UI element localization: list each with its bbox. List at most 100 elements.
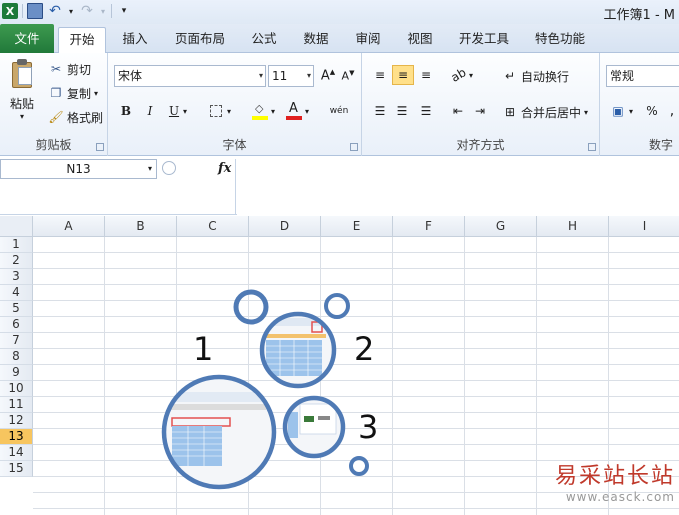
align-bottom-button[interactable]: ≡ bbox=[416, 65, 436, 85]
tab-data[interactable]: 数据 bbox=[296, 27, 336, 53]
row-header-3[interactable]: 3 bbox=[0, 269, 33, 285]
column-header-B[interactable]: B bbox=[105, 216, 177, 237]
currency-button[interactable]: ▣ bbox=[608, 101, 628, 121]
column-header-A[interactable]: A bbox=[33, 216, 105, 237]
column-header-I[interactable]: I bbox=[609, 216, 679, 237]
number-format-select[interactable]: 常规 bbox=[606, 65, 679, 87]
column-header-C[interactable]: C bbox=[177, 216, 249, 237]
tab-insert[interactable]: 插入 bbox=[112, 27, 158, 53]
tab-developer[interactable]: 开发工具 bbox=[452, 27, 516, 53]
row-header-1[interactable]: 1 bbox=[0, 237, 33, 253]
row-header-10[interactable]: 10 bbox=[0, 381, 33, 397]
insert-function-button[interactable]: fx bbox=[218, 161, 231, 176]
align-right-icon: ☰ bbox=[420, 104, 432, 118]
row-header-6[interactable]: 6 bbox=[0, 317, 33, 333]
collapse-handle-icon[interactable] bbox=[162, 161, 176, 175]
formula-bar: N13 ▾ fx bbox=[0, 157, 679, 215]
redo-icon[interactable]: ↷ bbox=[79, 3, 95, 19]
clipboard-group-label: 剪贴板 bbox=[35, 138, 72, 152]
comma-style-button[interactable]: , bbox=[662, 101, 679, 121]
redo-dropdown-icon[interactable]: ▾ bbox=[99, 3, 107, 19]
row-header-2[interactable]: 2 bbox=[0, 253, 33, 269]
phonetic-icon: wén bbox=[329, 106, 349, 116]
column-header-G[interactable]: G bbox=[465, 216, 537, 237]
tab-home[interactable]: 开始 bbox=[58, 27, 106, 54]
chevron-down-icon[interactable]: ▾ bbox=[302, 101, 312, 121]
chevron-down-icon[interactable]: ▾ bbox=[224, 101, 234, 121]
comma-icon: , bbox=[669, 103, 675, 119]
watermark-url: www.easck.com bbox=[565, 490, 675, 504]
orientation-button[interactable]: ab bbox=[448, 65, 468, 85]
watermark: 易采站长站 www.easck.com bbox=[555, 458, 675, 504]
merge-center-button[interactable]: ⊞ 合并后居中 ▾ bbox=[502, 102, 588, 122]
border-button[interactable] bbox=[206, 101, 226, 121]
clipboard-group: 粘贴 ▾ ✂ 剪切 ❐ 复制 ▾ 🖌 格式刷 剪贴板 bbox=[0, 53, 108, 156]
row-header-15[interactable]: 15 bbox=[0, 461, 33, 477]
formula-input[interactable] bbox=[237, 159, 679, 215]
cut-label: 剪切 bbox=[67, 62, 92, 77]
column-header-H[interactable]: H bbox=[537, 216, 609, 237]
row-header-5[interactable]: 5 bbox=[0, 301, 33, 317]
row-header-12[interactable]: 12 bbox=[0, 413, 33, 429]
chevron-down-icon[interactable]: ▾ bbox=[466, 65, 476, 85]
row-header-4[interactable]: 4 bbox=[0, 285, 33, 301]
save-icon[interactable] bbox=[27, 3, 43, 19]
percent-button[interactable]: % bbox=[642, 101, 662, 121]
font-name-value: 宋体 bbox=[118, 69, 143, 83]
chevron-down-icon: ▾ bbox=[584, 107, 589, 117]
font-name-select[interactable]: 宋体 ▾ bbox=[114, 65, 266, 87]
wrap-text-button[interactable]: ↵ 自动换行 bbox=[502, 66, 569, 86]
column-header-E[interactable]: E bbox=[321, 216, 393, 237]
customize-toolbar-icon[interactable]: ▾ bbox=[116, 3, 132, 19]
tab-featured[interactable]: 特色功能 bbox=[528, 27, 592, 53]
tab-file[interactable]: 文件 bbox=[0, 24, 54, 53]
row-header-11[interactable]: 11 bbox=[0, 397, 33, 413]
dialog-launcher-icon[interactable] bbox=[96, 143, 104, 151]
chevron-down-icon[interactable]: ▾ bbox=[180, 101, 190, 121]
select-all-button[interactable] bbox=[0, 216, 33, 237]
tab-review[interactable]: 审阅 bbox=[348, 27, 388, 53]
align-center-button[interactable]: ☰ bbox=[392, 101, 412, 121]
column-header-F[interactable]: F bbox=[393, 216, 465, 237]
undo-icon[interactable]: ↶ bbox=[47, 3, 63, 19]
paste-button[interactable]: 粘贴 ▾ bbox=[4, 57, 40, 127]
tab-formulas[interactable]: 公式 bbox=[244, 27, 284, 53]
column-header-D[interactable]: D bbox=[249, 216, 321, 237]
align-top-button[interactable]: ≡ bbox=[370, 65, 390, 85]
decrease-indent-button[interactable]: ⇤ bbox=[448, 101, 468, 121]
tab-page-layout[interactable]: 页面布局 bbox=[168, 27, 232, 53]
bold-button[interactable]: B bbox=[116, 101, 136, 121]
chevron-down-icon[interactable]: ▾ bbox=[268, 101, 278, 121]
row-header-8[interactable]: 8 bbox=[0, 349, 33, 365]
cut-button[interactable]: ✂ 剪切 bbox=[48, 59, 91, 79]
undo-dropdown-icon[interactable]: ▾ bbox=[67, 3, 75, 19]
increase-indent-button[interactable]: ⇥ bbox=[470, 101, 490, 121]
dialog-launcher-icon[interactable] bbox=[350, 143, 358, 151]
alignment-group-label: 对齐方式 bbox=[456, 138, 505, 152]
row-header-13[interactable]: 13 bbox=[0, 429, 33, 445]
excel-icon[interactable]: X bbox=[2, 3, 18, 19]
grow-font-button[interactable]: A▲ bbox=[318, 66, 338, 86]
font-size-select[interactable]: 11 ▾ bbox=[268, 65, 314, 87]
format-painter-label: 格式刷 bbox=[67, 110, 104, 125]
row-header-14[interactable]: 14 bbox=[0, 445, 33, 461]
row-header-9[interactable]: 9 bbox=[0, 365, 33, 381]
copy-icon: ❐ bbox=[50, 86, 62, 100]
chevron-down-icon[interactable]: ▾ bbox=[626, 101, 636, 121]
format-painter-button[interactable]: 🖌 格式刷 bbox=[48, 107, 103, 127]
shrink-font-button[interactable]: A▼ bbox=[338, 66, 358, 86]
fill-color-button[interactable]: ◇ bbox=[250, 101, 270, 121]
name-box[interactable]: N13 ▾ bbox=[0, 159, 157, 179]
dialog-launcher-icon[interactable] bbox=[588, 143, 596, 151]
copy-button[interactable]: ❐ 复制 ▾ bbox=[48, 83, 98, 103]
row-header-7[interactable]: 7 bbox=[0, 333, 33, 349]
align-right-button[interactable]: ☰ bbox=[416, 101, 436, 121]
phonetic-button[interactable]: wén bbox=[326, 101, 352, 121]
align-middle-button[interactable]: ≡ bbox=[392, 65, 414, 85]
italic-button[interactable]: I bbox=[140, 101, 160, 121]
font-group-label: 字体 bbox=[222, 138, 247, 152]
tab-view[interactable]: 视图 bbox=[400, 27, 440, 53]
paste-label: 粘贴 bbox=[9, 97, 34, 111]
font-color-button[interactable]: A bbox=[284, 101, 304, 121]
align-left-button[interactable]: ☰ bbox=[370, 101, 390, 121]
